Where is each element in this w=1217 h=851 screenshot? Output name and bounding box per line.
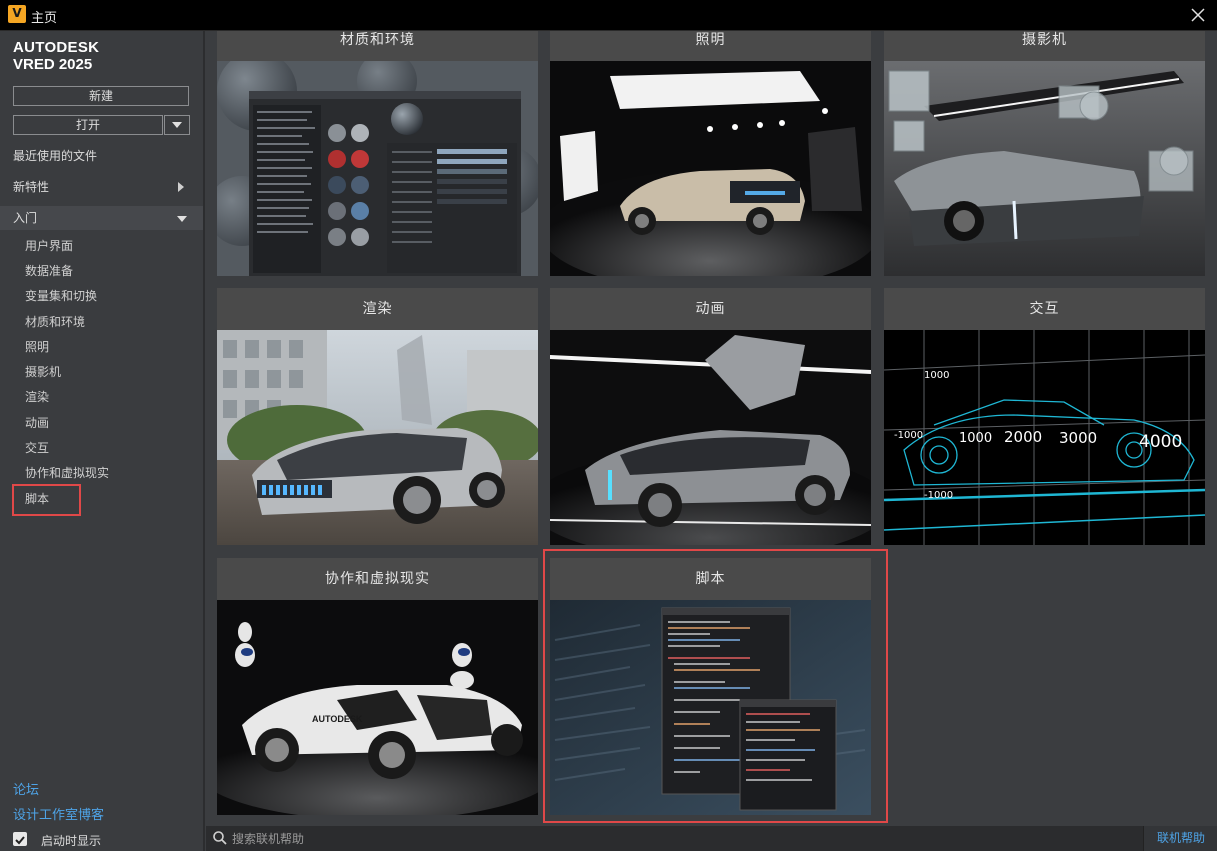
chevron-down-icon — [177, 216, 187, 222]
sidebar-item-lighting[interactable]: 照明 — [25, 338, 49, 355]
open-dropdown-button[interactable] — [164, 115, 190, 135]
brand-autodesk: AUTODESK — [13, 39, 100, 56]
sidebar-item-variant-sets[interactable]: 变量集和切换 — [25, 287, 97, 304]
help-search-bar: 联机帮助 — [206, 826, 1217, 851]
card-title: 交互 — [884, 288, 1205, 330]
card-title: 照明 — [550, 31, 871, 61]
show-at-startup-checkbox[interactable] — [13, 832, 27, 846]
whats-new-label: 新特性 — [13, 180, 50, 194]
card-title: 材质和环境 — [217, 31, 538, 61]
card-title: 动画 — [550, 288, 871, 330]
sidebar-recent-files[interactable]: 最近使用的文件 — [0, 144, 203, 168]
scripting-card-highlight-box — [543, 549, 888, 823]
recent-files-label: 最近使用的文件 — [13, 149, 98, 163]
grid-label: 1000 — [924, 370, 949, 381]
card-thumbnail — [217, 61, 538, 276]
sidebar-item-cameras[interactable]: 摄影机 — [25, 363, 61, 380]
blog-link[interactable]: 设计工作室博客 — [13, 804, 104, 823]
new-button[interactable]: 新建 — [13, 86, 189, 106]
grid-label: 3000 — [1059, 429, 1097, 447]
tutorial-grid: 材质和环境 照明 摄影机 渲染 动画 交互 1000 -1000 1000 20… — [206, 31, 1217, 826]
sidebar-item-rendering[interactable]: 渲染 — [25, 388, 49, 405]
sidebar-item-animation[interactable]: 动画 — [25, 414, 49, 431]
card-thumbnail: 1000 -1000 1000 2000 3000 4000 -1000 — [884, 330, 1205, 545]
sidebar-item-collab-vr[interactable]: 协作和虚拟现实 — [25, 464, 109, 481]
checkmark-icon — [15, 836, 25, 845]
window-title: 主页 — [31, 11, 58, 26]
scripting-highlight-box — [12, 484, 81, 516]
chevron-down-icon — [172, 122, 182, 128]
grid-label: 1000 — [959, 431, 992, 446]
card-title: 渲染 — [217, 288, 538, 330]
close-icon — [1191, 8, 1205, 22]
sidebar-getting-started[interactable]: 入门 — [0, 206, 203, 230]
sidebar-divider — [203, 31, 205, 851]
sidebar: AUTODESK VRED 2025 新建 打开 最近使用的文件 新特性 入门 … — [0, 31, 203, 851]
search-icon — [213, 831, 227, 845]
sidebar-item-materials[interactable]: 材质和环境 — [25, 313, 85, 330]
card-thumbnail — [550, 330, 871, 545]
card-thumbnail: AUTODESK — [217, 600, 538, 815]
sidebar-item-data-prep[interactable]: 数据准备 — [25, 262, 73, 279]
close-button[interactable] — [1187, 4, 1209, 26]
card-title: 摄影机 — [884, 31, 1205, 61]
card-lighting[interactable]: 照明 — [550, 31, 871, 276]
chevron-right-icon — [178, 182, 184, 192]
card-animation[interactable]: 动画 — [550, 288, 871, 545]
card-cameras[interactable]: 摄影机 — [884, 31, 1205, 276]
card-materials[interactable]: 材质和环境 — [217, 31, 538, 276]
card-rendering[interactable]: 渲染 — [217, 288, 538, 545]
card-title: 协作和虚拟现实 — [217, 558, 538, 600]
vred-app-icon: V — [8, 5, 26, 23]
grid-label: 2000 — [1004, 428, 1042, 446]
show-at-startup-label: 启动时显示 — [41, 834, 102, 848]
card-thumbnail — [550, 61, 871, 276]
grid-label: 4000 — [1139, 432, 1182, 452]
grid-label: -1000 — [924, 490, 953, 501]
sidebar-item-user-interface[interactable]: 用户界面 — [25, 237, 73, 254]
grid-label: -1000 — [894, 430, 923, 441]
car-logo-text: AUTODESK — [312, 714, 363, 724]
card-thumbnail — [217, 330, 538, 545]
open-button[interactable]: 打开 — [13, 115, 163, 135]
forum-link[interactable]: 论坛 — [13, 779, 39, 798]
sidebar-item-interaction[interactable]: 交互 — [25, 439, 49, 456]
card-collab-vr[interactable]: 协作和虚拟现实 AUTODESK — [217, 558, 538, 815]
brand-product: VRED 2025 — [13, 56, 93, 73]
online-help-button[interactable]: 联机帮助 — [1143, 826, 1217, 851]
card-interaction[interactable]: 交互 1000 -1000 1000 2000 3000 4000 -1000 — [884, 288, 1205, 545]
help-search-input[interactable] — [230, 829, 1134, 849]
getting-started-label: 入门 — [13, 211, 38, 225]
sidebar-whats-new[interactable]: 新特性 — [0, 175, 203, 199]
card-thumbnail — [884, 61, 1205, 276]
title-bar: V 主页 — [0, 0, 1217, 31]
